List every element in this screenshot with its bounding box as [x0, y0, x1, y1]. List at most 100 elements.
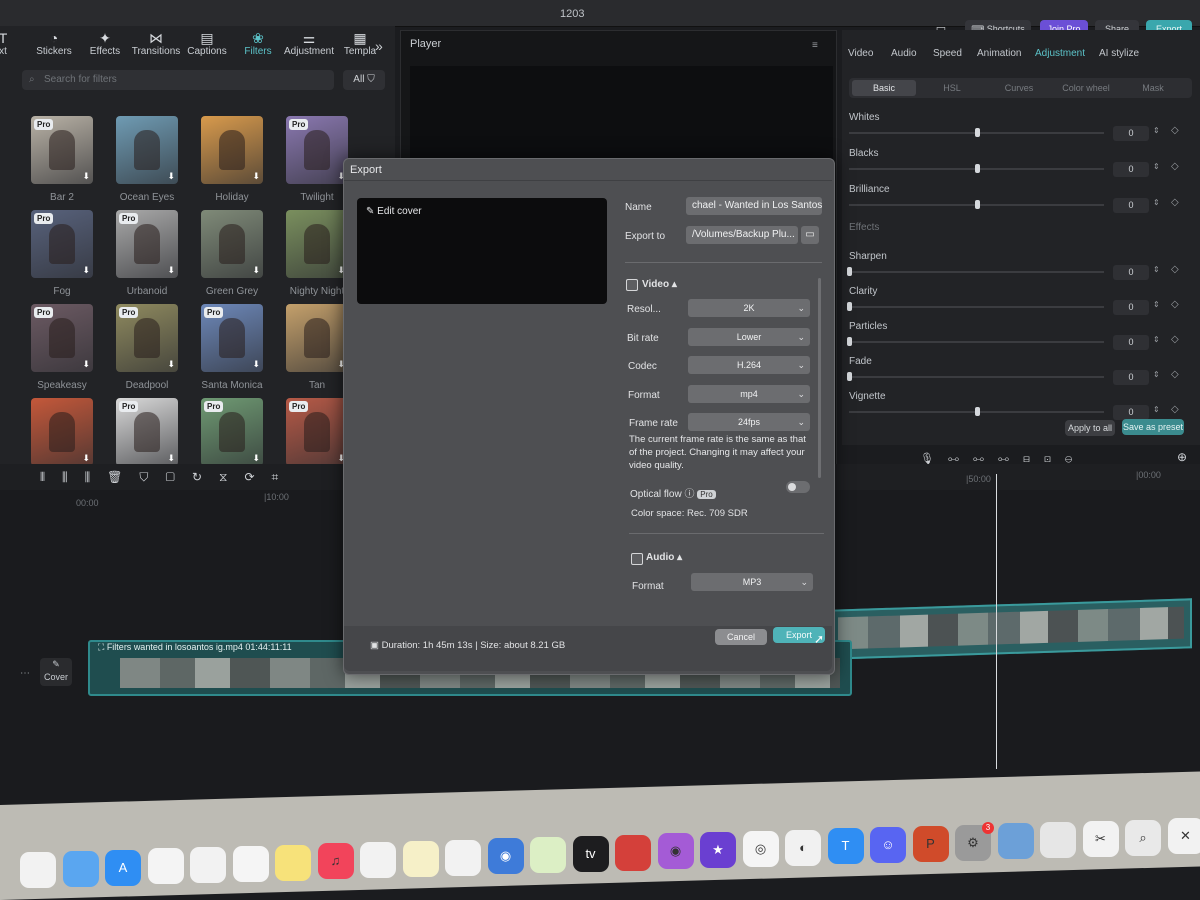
- podcasts-icon[interactable]: ◉: [657, 833, 694, 870]
- download-icon[interactable]: ⬇: [82, 453, 90, 464]
- filter-tile[interactable]: ⬇: [286, 304, 348, 372]
- adjust-slider[interactable]: [849, 164, 1104, 173]
- export-path-field[interactable]: /Volumes/Backup Plu...: [686, 226, 798, 244]
- info-icon[interactable]: ⓘ: [684, 489, 697, 500]
- app-store-icon[interactable]: A: [105, 849, 141, 886]
- adjust-slider[interactable]: [849, 200, 1104, 209]
- filter-tile[interactable]: Pro ⬇: [286, 398, 348, 466]
- adjust-slider[interactable]: [847, 337, 1104, 346]
- playhead[interactable]: [996, 474, 997, 769]
- news-icon[interactable]: [360, 842, 396, 878]
- bitrate-select[interactable]: Lower ⌄: [688, 328, 810, 346]
- reminders-icon[interactable]: [147, 848, 184, 885]
- slider-knob[interactable]: [847, 302, 852, 311]
- apple-tv-icon[interactable]: tv: [572, 835, 609, 872]
- tab-animation[interactable]: Animation: [977, 48, 1021, 59]
- subtab-mask[interactable]: Mask: [1121, 80, 1185, 96]
- filter-tile[interactable]: ⬇: [201, 210, 263, 278]
- snap-icon[interactable]: ⧟: [973, 453, 998, 465]
- tab-ai-stylize[interactable]: AI stylize: [1099, 48, 1139, 59]
- stepper-icon[interactable]: ⇕: [1153, 162, 1160, 171]
- adjust-slider[interactable]: [849, 407, 1104, 416]
- download-icon[interactable]: ⬇: [252, 359, 260, 370]
- stepper-icon[interactable]: ⇕: [1153, 126, 1160, 135]
- stepper-icon[interactable]: ⇕: [1153, 265, 1160, 274]
- more-tools-chevron-icon[interactable]: »: [375, 38, 383, 54]
- stepper-icon[interactable]: ⇕: [1153, 405, 1160, 414]
- adjust-value-field[interactable]: 0: [1113, 126, 1149, 141]
- format-select[interactable]: mp4 ⌄: [688, 385, 810, 403]
- download-icon[interactable]: ⬇: [167, 265, 175, 276]
- chrome-icon[interactable]: ◎: [742, 830, 779, 867]
- filter-tile[interactable]: ⬇: [286, 210, 348, 278]
- framerate-select[interactable]: 24fps ⌄: [688, 413, 810, 431]
- reverse-icon[interactable]: ↻: [192, 470, 219, 484]
- filter-tile[interactable]: ⬇: [31, 398, 93, 466]
- keyframe-icon[interactable]: ◇: [1171, 404, 1179, 415]
- all-filter-dropdown[interactable]: All ⛉: [343, 70, 385, 90]
- save-as-preset-button[interactable]: Save as preset: [1122, 419, 1184, 435]
- subtab-hsl[interactable]: HSL: [920, 80, 984, 96]
- freeze-icon[interactable]: ▢: [165, 470, 192, 484]
- split-right-icon[interactable]: ⫼: [85, 470, 108, 484]
- keyframe-icon[interactable]: ◇: [1171, 299, 1179, 310]
- slider-knob[interactable]: [974, 407, 980, 416]
- download-icon[interactable]: ⬇: [82, 359, 90, 370]
- keyframe-icon[interactable]: ◇: [1171, 369, 1179, 380]
- filter-tile[interactable]: Pro ⬇: [31, 116, 93, 184]
- keyframe-icon[interactable]: ◇: [1171, 264, 1179, 275]
- subtab-curves[interactable]: Curves: [987, 80, 1051, 96]
- photo-booth-icon[interactable]: [615, 834, 651, 871]
- edit-cover-button[interactable]: ✎ Edit cover: [366, 206, 422, 217]
- discord-icon[interactable]: ☺: [870, 827, 906, 863]
- download-icon[interactable]: ⬇: [252, 453, 260, 464]
- filter-tile[interactable]: Pro ⬇: [201, 304, 263, 372]
- download-icon[interactable]: ⬇: [252, 171, 260, 182]
- music-icon[interactable]: ♫: [317, 843, 354, 880]
- adjust-value-field[interactable]: 0: [1113, 265, 1149, 280]
- keyframe-icon[interactable]: ◇: [1171, 334, 1179, 345]
- tab-video[interactable]: Video: [848, 48, 873, 59]
- audio-format-select[interactable]: MP3 ⌄: [691, 573, 813, 591]
- preview-axis-icon[interactable]: ⧟: [998, 453, 1023, 465]
- adjust-slider[interactable]: [847, 267, 1104, 276]
- filter-tile[interactable]: Pro ⬇: [116, 210, 178, 278]
- split-left-icon[interactable]: ⫼: [62, 470, 85, 484]
- slider-knob[interactable]: [847, 372, 852, 381]
- zoom-out-icon[interactable]: ⊖: [1065, 453, 1086, 465]
- folder-icon[interactable]: ▭: [801, 226, 819, 244]
- slider-knob[interactable]: [974, 128, 980, 137]
- microphone-icon[interactable]: 🎙: [920, 453, 948, 465]
- freeform2-icon[interactable]: [445, 839, 481, 876]
- keyframe-icon[interactable]: ◇: [1171, 161, 1179, 172]
- name-field[interactable]: chael - Wanted in Los Santos: [686, 197, 822, 215]
- delete-icon[interactable]: 🗑: [107, 470, 139, 484]
- calendar-icon[interactable]: [20, 852, 56, 888]
- zoom-add-icon[interactable]: ⊕: [1177, 450, 1187, 464]
- split-icon[interactable]: ⫴: [40, 470, 62, 484]
- adjust-value-field[interactable]: 0: [1113, 198, 1149, 213]
- filter-tile[interactable]: ⬇: [201, 116, 263, 184]
- crop-icon[interactable]: ⌗: [272, 470, 296, 484]
- photos-icon[interactable]: [232, 845, 269, 882]
- link-icon[interactable]: ⧟: [948, 453, 973, 465]
- mirror-icon[interactable]: ⧖: [219, 470, 244, 484]
- imovie-icon[interactable]: ★: [700, 832, 736, 868]
- powerpoint-icon[interactable]: P: [912, 825, 949, 862]
- codec-select[interactable]: H.264 ⌄: [688, 356, 810, 374]
- video-checkbox[interactable]: [626, 279, 638, 291]
- fit-icon[interactable]: ⊟: [1023, 453, 1044, 465]
- filter-tile[interactable]: Pro ⬇: [286, 116, 348, 184]
- stepper-icon[interactable]: ⇕: [1153, 300, 1160, 309]
- stepper-icon[interactable]: ⇕: [1153, 335, 1160, 344]
- notes-icon[interactable]: [275, 844, 311, 881]
- audio-checkbox[interactable]: [631, 553, 643, 565]
- filter-tile[interactable]: Pro ⬇: [31, 304, 93, 372]
- download-icon[interactable]: ⬇: [252, 265, 260, 276]
- filter-search-input[interactable]: ⌕ Search for filters: [22, 70, 334, 90]
- freeform-icon[interactable]: [190, 847, 226, 883]
- cancel-button[interactable]: Cancel: [715, 629, 767, 645]
- track-options-icon[interactable]: ⋯: [20, 668, 30, 679]
- siri-icon[interactable]: ◉: [487, 838, 524, 875]
- subtab-color-wheel[interactable]: Color wheel: [1054, 80, 1118, 96]
